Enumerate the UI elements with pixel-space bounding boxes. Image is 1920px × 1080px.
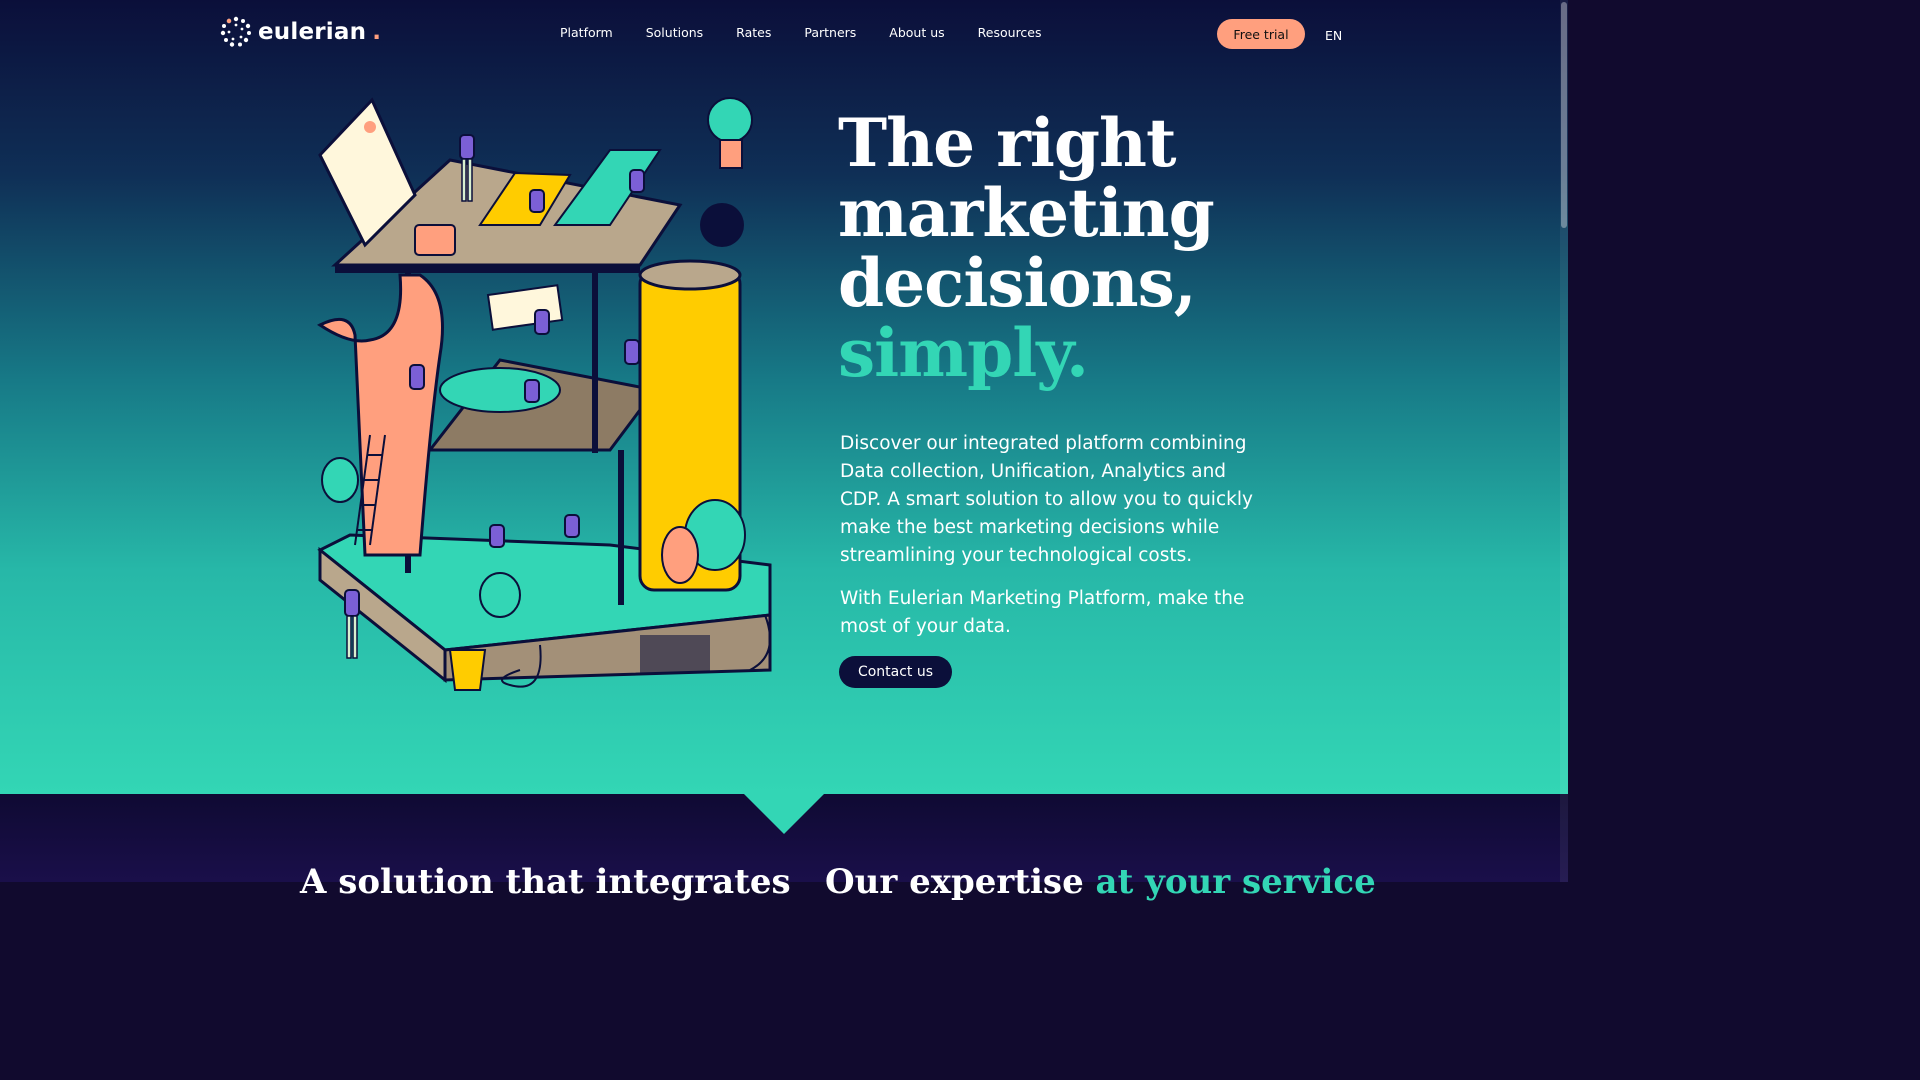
- section-title-right: Our expertise at your service: [825, 862, 1376, 902]
- menu-item-partners[interactable]: Partners: [804, 25, 856, 40]
- headline-line-3: decisions,: [838, 244, 1197, 322]
- menu-item-rates[interactable]: Rates: [736, 25, 771, 40]
- contact-us-button[interactable]: Contact us: [839, 656, 952, 688]
- logo-text: eulerian: [258, 19, 367, 45]
- logo-icon: [220, 16, 251, 47]
- section-title-right-text: Our expertise: [825, 862, 1084, 902]
- headline-line-1: The right: [838, 104, 1177, 182]
- main-menu: Platform Solutions Rates Partners About …: [560, 25, 1042, 40]
- section-divider-arrow: [744, 794, 824, 834]
- language-selector[interactable]: EN: [1325, 28, 1342, 43]
- scrollbar-thumb[interactable]: [1561, 2, 1567, 228]
- menu-item-about-us[interactable]: About us: [889, 25, 944, 40]
- headline-line-2: marketing: [838, 174, 1215, 252]
- hero-headline: The right marketing decisions, simply.: [838, 108, 1258, 388]
- hero-description-2: With Eulerian Marketing Platform, make t…: [840, 588, 1245, 637]
- logo-dot: .: [372, 19, 381, 45]
- menu-item-resources[interactable]: Resources: [978, 25, 1042, 40]
- hero-description: Discover our integrated platform combini…: [840, 433, 1253, 566]
- menu-item-solutions[interactable]: Solutions: [646, 25, 703, 40]
- logo[interactable]: eulerian.: [220, 16, 381, 48]
- headline-accent: simply.: [838, 314, 1089, 392]
- top-nav: eulerian. Platform Solutions Rates Partn…: [0, 0, 1568, 68]
- hero-illustration: [317, 97, 772, 691]
- free-trial-button[interactable]: Free trial: [1217, 19, 1305, 49]
- page-scrollbar[interactable]: [1560, 0, 1568, 882]
- menu-item-platform[interactable]: Platform: [560, 25, 613, 40]
- section-title-left: A solution that integrates: [300, 862, 791, 902]
- section-title-right-accent: at your service: [1095, 862, 1376, 902]
